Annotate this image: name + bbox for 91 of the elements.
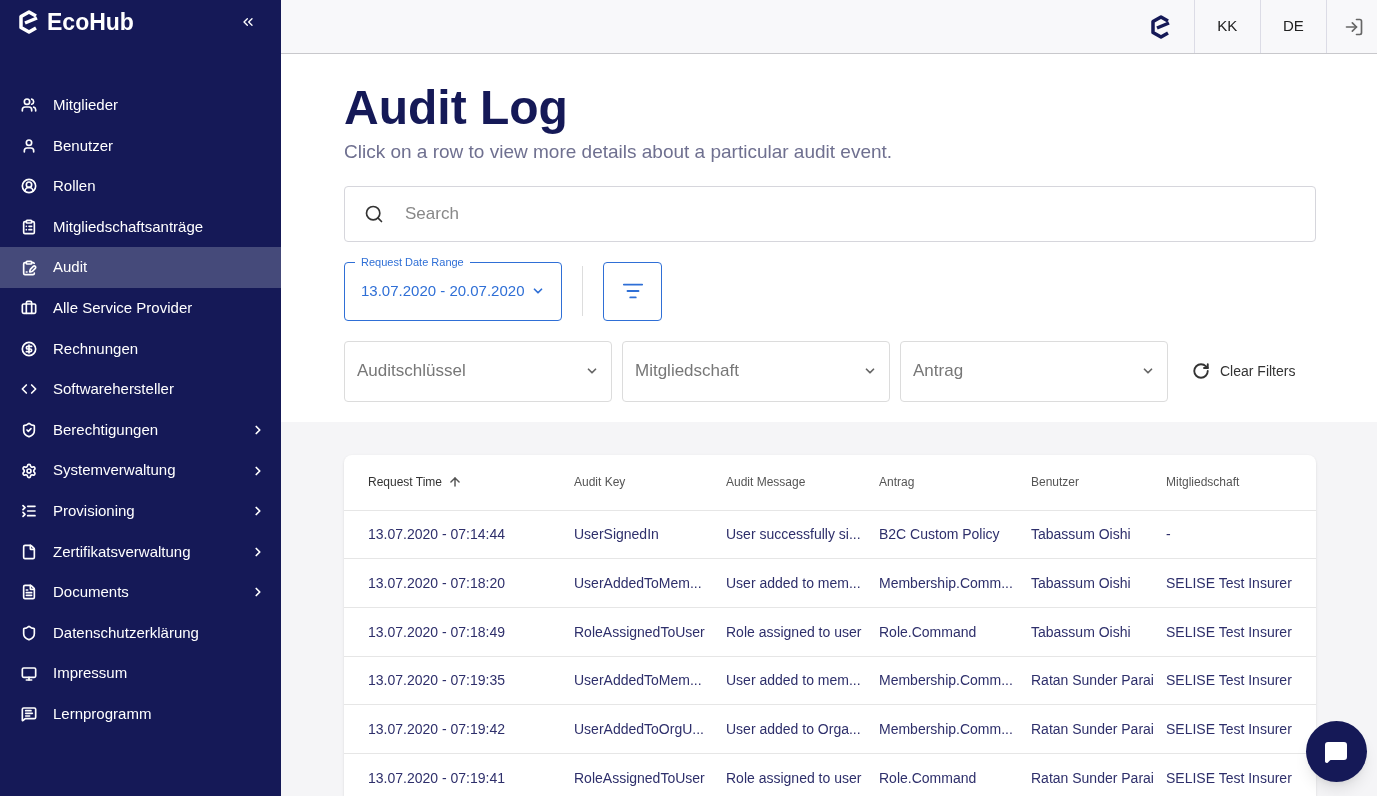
nav-icon [21,137,37,154]
logout-icon [1344,16,1365,37]
table-cell: UserAddedToMem... [574,672,702,689]
table-cell: Membership.Comm... [879,575,1013,592]
nav-icon [21,706,37,723]
table-cell: UserAddedToOrgU... [574,721,704,738]
nav-icon [21,625,37,641]
nav-item[interactable]: Systemverwaltung [0,450,281,491]
column-header[interactable]: Benutzer [1031,473,1080,491]
table-cell: Role assigned to user [726,769,862,786]
table-cell: Role assigned to user [726,623,862,640]
nav-item[interactable]: Rechnungen [0,328,281,370]
column-header[interactable]: Mitgliedschaft [1166,473,1240,491]
nav-item[interactable]: Audit [0,247,281,288]
table-cell: SELISE Test Insurer [1166,672,1292,689]
table-cell: Role.Command [879,623,977,640]
table-cell: SELISE Test Insurer [1166,769,1292,786]
table-cell: Ratan Sunder Parai [1031,672,1154,689]
nav-item[interactable]: Mitglieder [0,85,281,126]
nav-icon [21,97,37,114]
nav-item[interactable]: Zertifikatsverwaltung [0,531,281,573]
nav-item[interactable]: Benutzer [0,125,281,167]
nav-icon [21,219,37,236]
nav-item[interactable]: Softwarehersteller [0,369,281,410]
nav-item[interactable]: Lernprogramm [0,693,281,735]
table-cell: UserSignedIn [574,526,659,543]
table-cell: UserAddedToMem... [574,575,702,592]
filter-button[interactable] [603,261,662,321]
table-cell: RoleAssignedToUser [574,769,705,786]
table-cell: Tabassum Oishi [1031,623,1131,640]
table-cell: Tabassum Oishi [1031,575,1131,592]
nav-item[interactable]: Berechtigungen [0,409,281,451]
table-cell: B2C Custom Policy [879,526,1000,543]
logo-icon [1148,13,1173,40]
table-cell: 13.07.2020 - 07:18:20 [368,575,505,592]
table-cell: 13.07.2020 - 07:14:44 [368,526,505,543]
nav-item[interactable]: Documents [0,572,281,613]
table-cell: User added to mem... [726,672,861,689]
table-cell: 13.07.2020 - 07:19:35 [368,672,505,689]
nav-icon [21,259,37,276]
filter-dropdown[interactable]: Mitgliedschaft [622,340,890,402]
refresh-icon [1192,362,1210,380]
column-header[interactable]: Request Time [368,473,443,491]
nav-item[interactable]: Impressum [0,653,281,694]
clear-filters-button[interactable]: Clear Filters [1192,360,1296,382]
column-header[interactable]: Antrag [879,473,915,491]
page-title: Audit Log [344,80,569,136]
table-cell: 13.07.2020 - 07:19:42 [368,721,505,738]
search-icon [364,203,384,224]
table-cell: Ratan Sunder Parai [1031,721,1154,738]
nav-icon [21,503,37,520]
table-cell: User added to Orga... [726,721,861,738]
column-header[interactable]: Audit Key [574,473,626,491]
table-cell: Tabassum Oishi [1031,526,1131,543]
table-cell: SELISE Test Insurer [1166,721,1292,738]
table-cell: User added to mem... [726,575,861,592]
nav-icon [21,340,37,357]
nav-icon [21,300,37,317]
header-button[interactable]: KK [1193,0,1260,53]
chat-button[interactable] [1305,721,1367,782]
nav-icon [21,543,37,560]
search-field[interactable]: Search [344,185,1316,242]
nav-item[interactable]: Alle Service Provider [0,287,281,329]
filter-dropdown[interactable]: Auditschlüssel [344,340,612,402]
table-cell: Role.Command [879,769,977,786]
nav-item[interactable]: Mitgliedschaftsanträge [0,206,281,248]
nav-icon [21,178,37,195]
logo-icon [17,9,41,35]
page-subtitle: Click on a row to view more details about a particular audit event. [344,140,894,164]
nav-icon [21,462,37,479]
table-cell: Ratan Sunder Parai [1031,769,1154,786]
table-cell: 13.07.2020 - 07:19:41 [368,769,505,786]
table-cell: - [1166,526,1171,543]
table-cell: User successfully si... [726,526,861,543]
table-cell: RoleAssignedToUser [574,623,705,640]
nav-item[interactable]: Provisioning [0,490,281,532]
nav-item[interactable]: Rollen [0,166,281,207]
nav-icon [21,665,37,682]
column-header[interactable]: Audit Message [726,473,806,491]
nav-icon [21,422,37,439]
table-cell: SELISE Test Insurer [1166,623,1292,640]
table-cell: Membership.Comm... [879,721,1013,738]
chat-icon [1324,739,1349,764]
table-cell: 13.07.2020 - 07:18:49 [368,623,505,640]
nav-item[interactable]: Datenschutzerklärung [0,612,281,654]
nav-icon [21,584,37,601]
brand-name: EcoHub [47,7,134,37]
header-button[interactable]: DE [1259,0,1326,53]
table-cell: Membership.Comm... [879,672,1013,689]
filter-dropdown[interactable]: Antrag [900,340,1168,402]
table-cell: SELISE Test Insurer [1166,575,1292,592]
